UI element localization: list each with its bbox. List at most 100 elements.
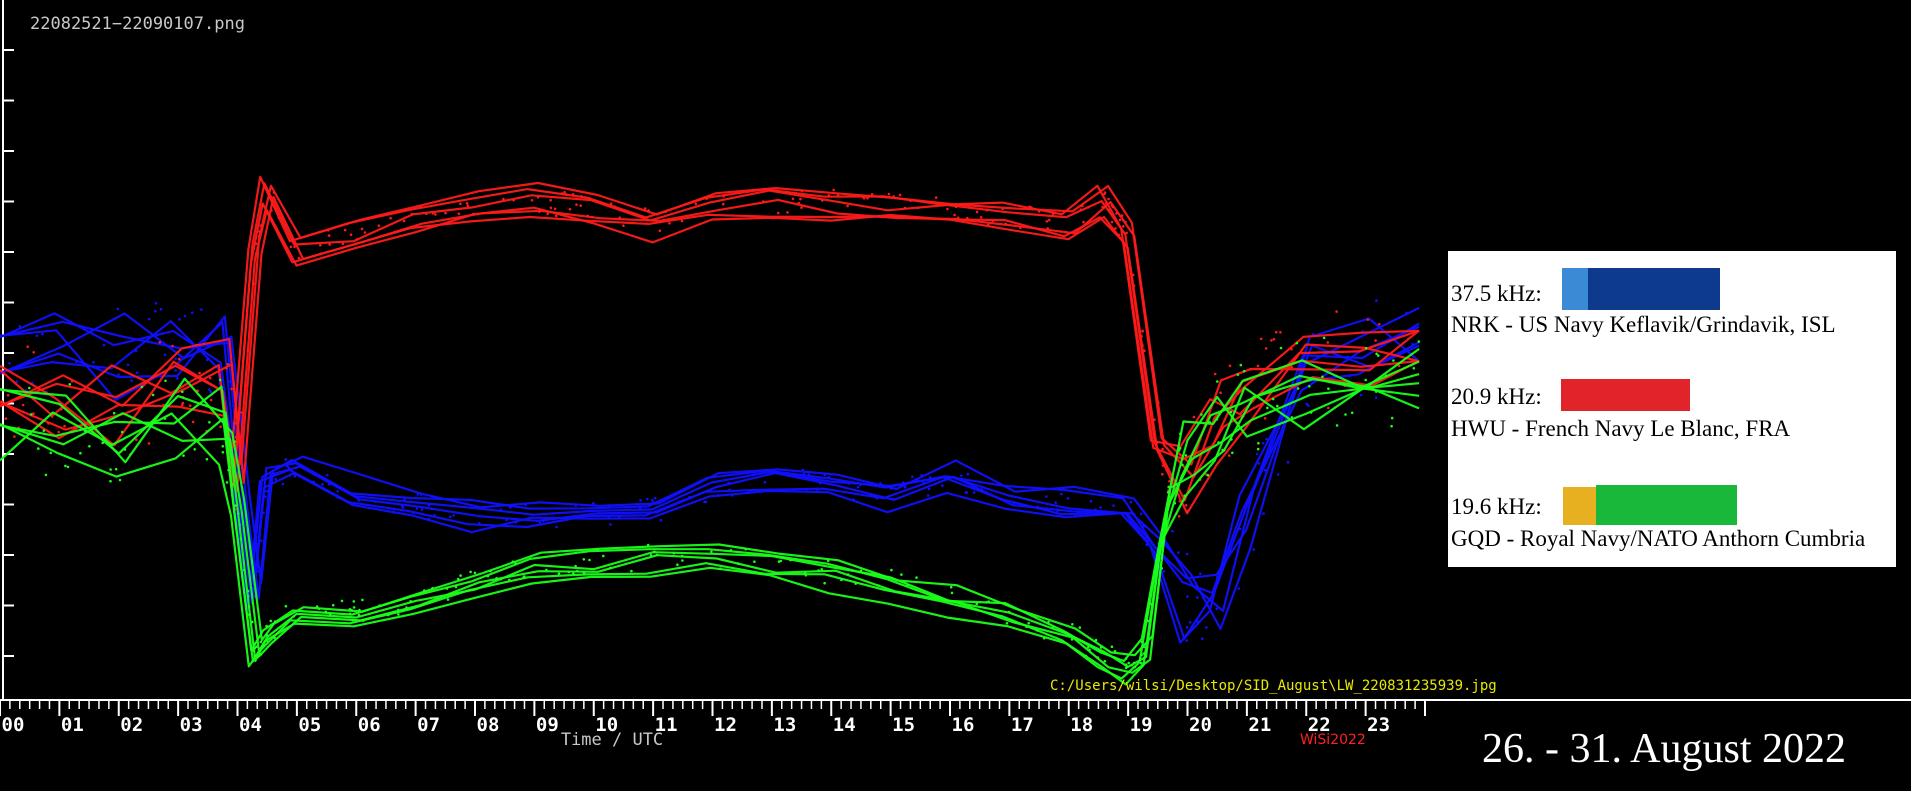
series-point-nrk	[1255, 452, 1259, 456]
x-tick-label: 01	[61, 714, 84, 736]
series-point-nrk	[609, 523, 612, 526]
series-point-nrk	[1094, 508, 1097, 512]
series-point-gqd	[79, 451, 82, 455]
series-point-nrk	[257, 566, 261, 570]
series-point-nrk	[176, 377, 179, 380]
series-point-gqd	[1078, 626, 1082, 629]
series-point-nrk	[1263, 468, 1267, 472]
series-point-nrk	[1076, 510, 1080, 514]
series-point-nrk	[1130, 520, 1134, 524]
series-point-nrk	[154, 309, 157, 313]
series-point-hwu	[1274, 330, 1278, 334]
series-point-hwu	[226, 362, 229, 366]
series-point-hwu	[363, 231, 367, 234]
series-point-hwu	[327, 229, 330, 232]
series-point-gqd	[1257, 441, 1260, 445]
series-point-hwu	[327, 234, 331, 237]
series-point-hwu	[198, 371, 201, 375]
series-point-gqd	[1042, 636, 1046, 640]
series-point-gqd	[317, 607, 321, 611]
series-point-gqd	[340, 599, 344, 603]
series-point-hwu	[892, 195, 895, 198]
series-point-nrk	[232, 404, 235, 408]
series-point-gqd	[1005, 622, 1009, 625]
series-point-hwu	[722, 195, 726, 198]
series-point-nrk	[1196, 596, 1199, 599]
series-point-hwu	[979, 216, 983, 219]
series-point-gqd	[655, 553, 659, 557]
series-point-gqd	[1321, 375, 1324, 379]
series-point-hwu	[1120, 214, 1124, 217]
series-point-gqd	[109, 479, 112, 483]
series-point-hwu	[444, 211, 447, 215]
series-point-gqd	[574, 564, 577, 568]
x-tick-label: 14	[833, 714, 856, 736]
series-point-gqd	[1047, 620, 1050, 624]
series-point-hwu	[1140, 334, 1143, 338]
series-point-gqd	[225, 481, 229, 484]
series-point-nrk	[1122, 498, 1125, 501]
series-point-gqd	[1181, 463, 1184, 467]
series-point-hwu	[647, 209, 650, 212]
series-point-hwu	[360, 227, 364, 231]
series-point-gqd	[1295, 341, 1299, 345]
series-point-hwu	[356, 237, 359, 241]
series-point-nrk	[92, 361, 95, 364]
series-point-nrk	[524, 503, 527, 507]
legend: 37.5 kHz: NRK - US Navy Keflavik/Grindav…	[1448, 251, 1896, 567]
series-point-gqd	[231, 483, 235, 486]
series-point-nrk	[1185, 625, 1189, 629]
series-point-gqd	[1350, 411, 1354, 415]
series-point-gqd	[208, 421, 211, 424]
series-point-nrk	[401, 506, 405, 509]
series-point-gqd	[109, 468, 112, 471]
series-point-gqd	[890, 568, 893, 572]
series-point-gqd	[1290, 416, 1294, 419]
series-point-hwu	[178, 357, 181, 361]
series-point-hwu	[1326, 341, 1330, 344]
series-point-gqd	[1160, 567, 1164, 570]
series-point-nrk	[928, 476, 932, 479]
series-point-nrk	[1099, 506, 1102, 509]
series-point-nrk	[174, 369, 177, 372]
series-point-gqd	[445, 587, 449, 590]
series-point-gqd	[1221, 448, 1224, 452]
series-point-gqd	[42, 429, 46, 432]
series-point-gqd	[227, 468, 230, 472]
series-point-gqd	[1217, 441, 1220, 444]
series-point-gqd	[1145, 646, 1149, 649]
series-point-hwu	[588, 197, 592, 200]
series-point-nrk	[263, 490, 267, 493]
series-point-hwu	[887, 192, 891, 196]
x-tick-label: 07	[417, 714, 440, 736]
series-point-hwu	[472, 212, 475, 216]
x-tick-label: 20	[1189, 714, 1212, 736]
series-point-nrk	[97, 368, 100, 371]
series-point-nrk	[288, 474, 292, 477]
series-point-nrk	[964, 491, 968, 494]
x-tick-label: 09	[536, 714, 559, 736]
series-point-nrk	[281, 482, 285, 486]
series-point-gqd	[66, 465, 70, 469]
series-point-nrk	[262, 511, 265, 515]
series-point-gqd	[1099, 646, 1103, 649]
series-point-gqd	[252, 649, 255, 652]
series-point-gqd	[567, 570, 571, 574]
series-point-nrk	[1375, 299, 1378, 302]
series-point-hwu	[631, 212, 635, 215]
series-point-gqd	[1140, 653, 1143, 657]
series-point-hwu	[1184, 504, 1188, 507]
series-point-gqd	[672, 551, 676, 555]
series-point-gqd	[284, 604, 288, 608]
series-point-hwu	[565, 193, 568, 196]
series-point-gqd	[719, 567, 722, 570]
series-point-nrk	[1129, 501, 1133, 504]
series-point-nrk	[1286, 460, 1290, 464]
series-point-nrk	[805, 488, 809, 491]
series-point-nrk	[801, 468, 805, 472]
series-point-gqd	[1150, 602, 1153, 606]
series-point-nrk	[920, 474, 923, 477]
series-point-hwu	[553, 207, 557, 211]
series-gqd	[0, 336, 1421, 686]
series-point-nrk	[147, 317, 151, 321]
